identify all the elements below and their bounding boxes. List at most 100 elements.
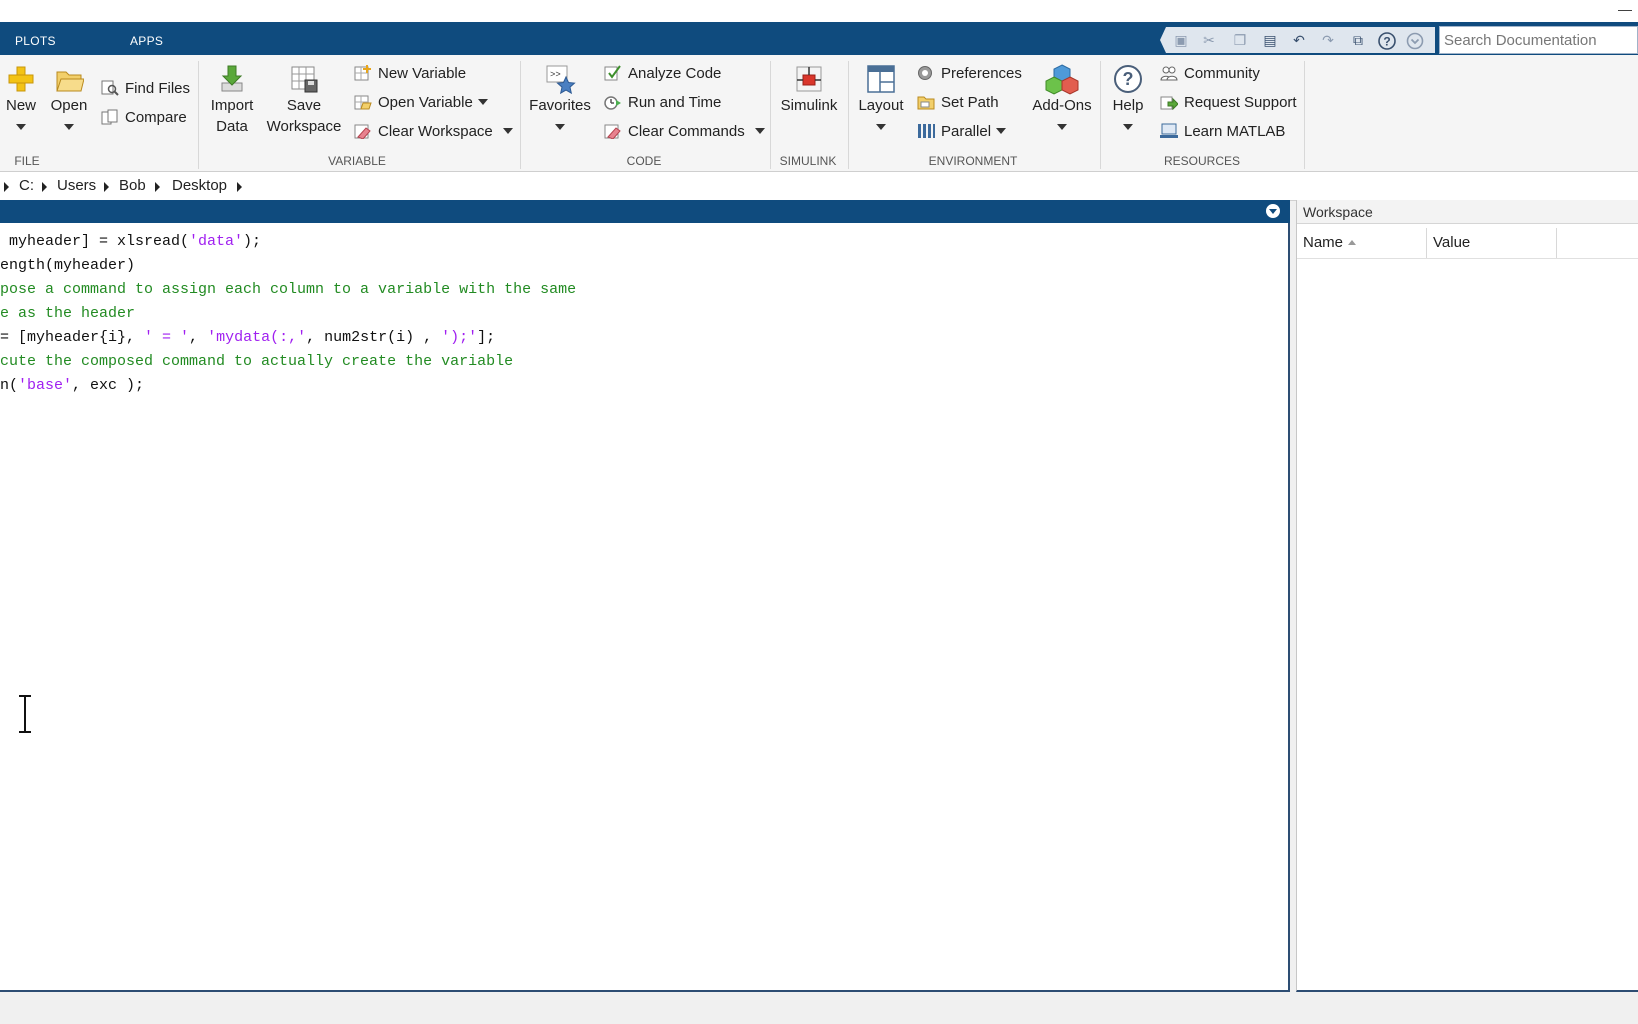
- tab-apps[interactable]: APPS: [130, 22, 163, 55]
- community-button[interactable]: Community: [1160, 63, 1260, 85]
- help-icon[interactable]: ?: [1378, 32, 1396, 50]
- minimize-icon[interactable]: —: [1618, 2, 1632, 16]
- clear-workspace-button[interactable]: Clear Workspace: [354, 121, 513, 143]
- column-header-value[interactable]: Value: [1427, 228, 1557, 258]
- find-files-button[interactable]: Find Files: [101, 78, 190, 100]
- cut-icon[interactable]: ✂: [1200, 32, 1218, 48]
- clear-commands-dropdown-arrow[interactable]: [754, 128, 765, 134]
- code-line: n('base', exc );: [0, 374, 576, 398]
- code-line: myheader] = xlsread('data');: [0, 230, 576, 254]
- current-folder-address-bar[interactable]: C: Users Bob Desktop: [0, 172, 1638, 201]
- code-line: e as the header: [0, 302, 576, 326]
- parallel-label: Parallel: [941, 123, 992, 140]
- clear-commands-icon: [604, 124, 621, 139]
- breadcrumb-desktop[interactable]: Desktop: [172, 172, 227, 200]
- clear-workspace-label: Clear Workspace: [378, 123, 493, 140]
- new-variable-icon: [354, 65, 371, 81]
- save-workspace-button[interactable]: Save Workspace: [266, 63, 342, 137]
- request-support-button[interactable]: Request Support: [1160, 92, 1297, 114]
- new-button[interactable]: New: [2, 63, 40, 130]
- breadcrumb-separator-icon[interactable]: [155, 182, 160, 192]
- request-support-label: Request Support: [1184, 94, 1297, 111]
- svg-text:?: ?: [1123, 69, 1134, 89]
- simulink-button[interactable]: Simulink: [776, 63, 842, 116]
- new-label: New: [5, 97, 36, 114]
- import-data-icon: [221, 65, 243, 92]
- workspace-panel[interactable]: Workspace Name Value: [1296, 200, 1638, 992]
- find-files-icon: [101, 80, 119, 96]
- copy-icon[interactable]: ❐: [1231, 32, 1249, 48]
- open-variable-dropdown-arrow[interactable]: [477, 99, 488, 105]
- sort-ascending-icon: [1348, 240, 1357, 245]
- code-string: 'mydata(:,': [207, 329, 307, 346]
- breadcrumb-separator-icon[interactable]: [104, 182, 109, 192]
- environment-group-label: ENVIRONMENT: [928, 154, 1018, 168]
- add-ons-button[interactable]: Add-Ons: [1026, 63, 1098, 130]
- open-variable-button[interactable]: Open Variable: [354, 92, 488, 114]
- help-button[interactable]: ? Help: [1106, 63, 1150, 130]
- code-text: ];: [477, 329, 496, 346]
- code-string: 'data': [189, 233, 244, 250]
- open-variable-icon: [354, 95, 372, 110]
- title-bar: —: [0, 0, 1638, 22]
- request-support-icon: [1160, 96, 1178, 110]
- favorites-button[interactable]: >> Favorites: [528, 63, 592, 130]
- favorites-dropdown-arrow: [555, 124, 565, 130]
- clear-workspace-dropdown-arrow[interactable]: [502, 128, 513, 134]
- run-and-time-button[interactable]: Run and Time: [604, 92, 721, 114]
- breadcrumb-separator-icon[interactable]: [42, 182, 47, 192]
- save-icon[interactable]: ▣: [1172, 32, 1190, 48]
- set-path-button[interactable]: Set Path: [917, 92, 999, 114]
- breadcrumb-drive[interactable]: C:: [19, 172, 34, 200]
- analyze-code-button[interactable]: Analyze Code: [604, 63, 721, 85]
- open-label: Open: [50, 97, 88, 114]
- resources-group-label: RESOURCES: [1163, 154, 1240, 168]
- workspace-title: Workspace: [1297, 200, 1638, 224]
- clear-workspace-icon: [354, 124, 371, 139]
- help-dropdown-arrow: [1123, 124, 1133, 130]
- breadcrumb-separator-icon[interactable]: [237, 182, 242, 192]
- new-dropdown-arrow: [16, 124, 26, 130]
- file-group-label: FILE: [14, 154, 40, 168]
- open-variable-label: Open Variable: [378, 94, 473, 111]
- tab-plots[interactable]: PLOTS: [15, 22, 56, 55]
- open-button[interactable]: Open: [50, 63, 88, 130]
- command-window-header: [0, 200, 1290, 223]
- breadcrumb-users[interactable]: Users: [57, 172, 96, 200]
- favorites-icon: >>: [546, 65, 576, 95]
- switch-windows-icon[interactable]: ⧉: [1349, 32, 1367, 48]
- parallel-button[interactable]: Parallel: [917, 121, 1007, 143]
- run-and-time-label: Run and Time: [628, 94, 722, 111]
- code-line: cute the composed command to actually cr…: [0, 350, 576, 374]
- preferences-button[interactable]: Preferences: [917, 63, 1022, 85]
- panel-options-icon[interactable]: [1266, 204, 1280, 218]
- command-window[interactable]: myheader] = xlsread('data'); ength(myhead…: [0, 200, 1290, 992]
- learn-matlab-button[interactable]: Learn MATLAB: [1160, 121, 1285, 143]
- column-header-name[interactable]: Name: [1297, 228, 1427, 258]
- compare-button[interactable]: Compare: [101, 107, 187, 129]
- code-comment: pose a command to assign each column to …: [0, 281, 577, 298]
- command-window-code[interactable]: myheader] = xlsread('data'); ength(myhead…: [0, 230, 576, 398]
- paste-icon[interactable]: ▤: [1261, 32, 1279, 48]
- favorites-label: Favorites: [529, 97, 591, 114]
- import-data-label-line2: Data: [216, 118, 248, 135]
- breadcrumb-bob[interactable]: Bob: [119, 172, 146, 200]
- clear-commands-button[interactable]: Clear Commands: [604, 121, 765, 143]
- help-label: Help: [1112, 97, 1144, 114]
- code-group-label: CODE: [626, 154, 662, 168]
- code-text: , exc );: [72, 377, 145, 394]
- help-icon: ?: [1114, 65, 1142, 93]
- analyze-code-icon: [604, 65, 621, 81]
- undo-icon[interactable]: ↶: [1290, 32, 1308, 48]
- gear-icon: [918, 66, 932, 80]
- code-line: ength(myheader): [0, 254, 576, 278]
- new-variable-button[interactable]: New Variable: [354, 63, 466, 85]
- import-data-button[interactable]: Import Data: [204, 63, 260, 137]
- redo-icon[interactable]: ↷: [1319, 32, 1337, 48]
- toolbar-options-icon[interactable]: [1406, 32, 1424, 50]
- breadcrumb-separator-icon[interactable]: [4, 182, 9, 192]
- layout-button[interactable]: Layout: [856, 63, 906, 130]
- run-and-time-icon: [604, 96, 621, 110]
- parallel-dropdown-arrow[interactable]: [996, 128, 1007, 134]
- search-documentation-input[interactable]: [1439, 26, 1638, 54]
